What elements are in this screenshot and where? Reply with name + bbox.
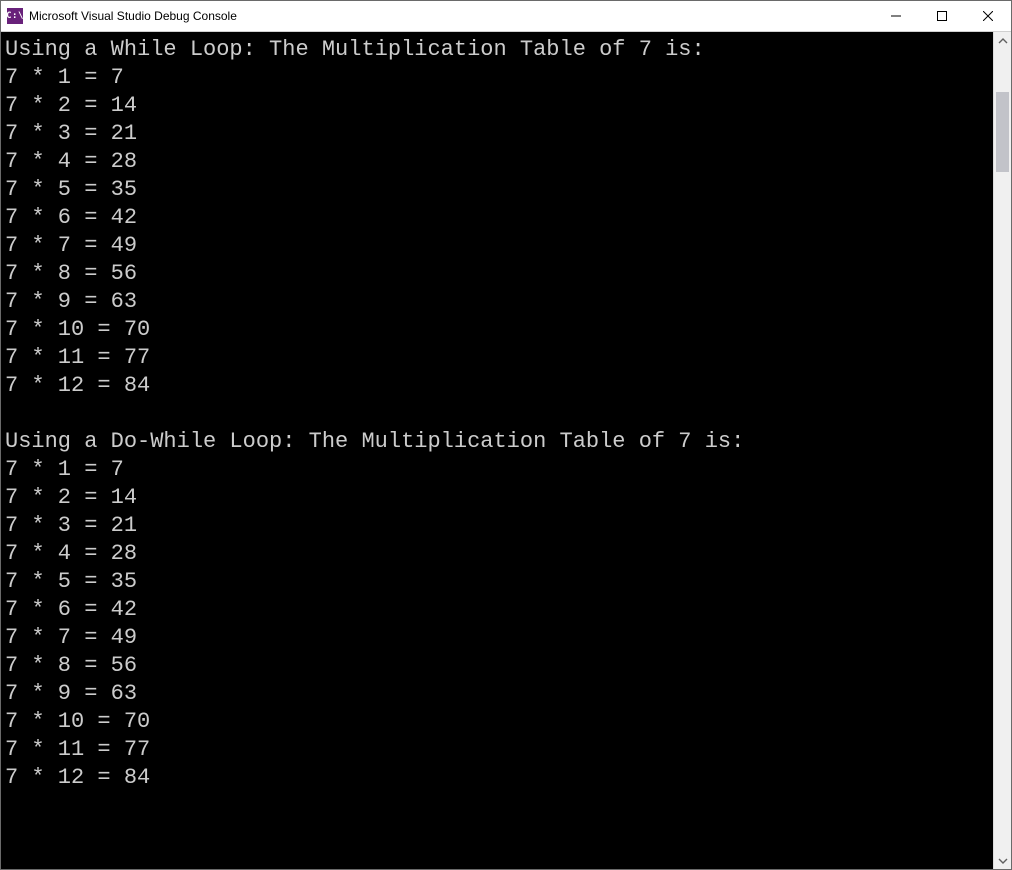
scroll-down-button[interactable] [994, 852, 1011, 869]
console-output[interactable]: Using a While Loop: The Multiplication T… [1, 32, 993, 869]
minimize-icon [891, 11, 901, 21]
client-area: Using a While Loop: The Multiplication T… [1, 32, 1011, 869]
scroll-up-button[interactable] [994, 32, 1011, 49]
scrollbar-thumb[interactable] [996, 92, 1009, 172]
close-icon [983, 11, 993, 21]
window-title: Microsoft Visual Studio Debug Console [29, 9, 237, 23]
app-icon: C:\ [7, 8, 23, 24]
vertical-scrollbar[interactable] [993, 32, 1011, 869]
window-controls [873, 1, 1011, 31]
maximize-button[interactable] [919, 1, 965, 31]
titlebar[interactable]: C:\ Microsoft Visual Studio Debug Consol… [1, 1, 1011, 32]
chevron-up-icon [998, 36, 1008, 46]
maximize-icon [937, 11, 947, 21]
minimize-button[interactable] [873, 1, 919, 31]
close-button[interactable] [965, 1, 1011, 31]
title-left: C:\ Microsoft Visual Studio Debug Consol… [1, 8, 873, 24]
console-window: C:\ Microsoft Visual Studio Debug Consol… [0, 0, 1012, 870]
chevron-down-icon [998, 856, 1008, 866]
